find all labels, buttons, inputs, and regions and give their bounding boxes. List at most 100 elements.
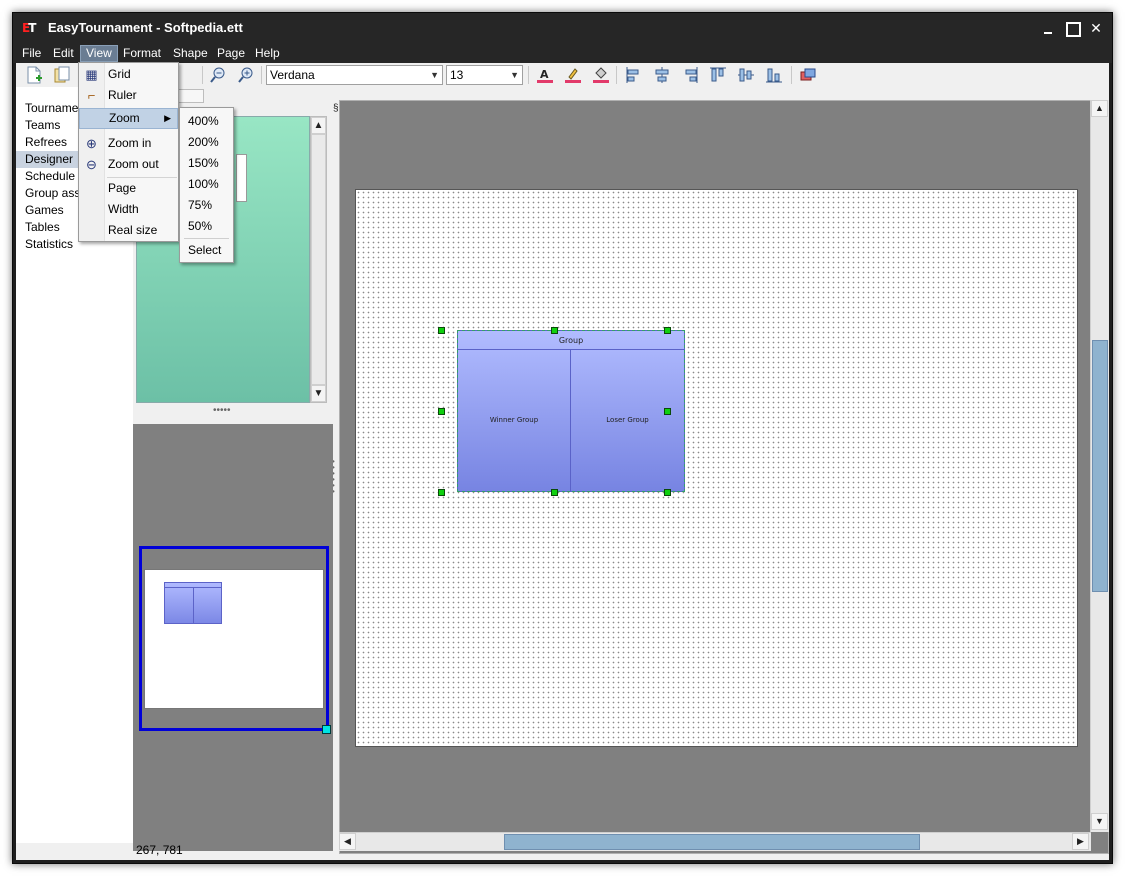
menu-item-page[interactable]: Page — [79, 178, 178, 199]
align-right-icon — [685, 67, 698, 83]
window-title: EasyTournament - Softpedia.ett — [48, 20, 243, 35]
zoom-option-select[interactable]: Select — [180, 240, 233, 261]
zoom-option-75[interactable]: 75% — [180, 195, 233, 216]
designer-page[interactable]: Group Winner Group Loser Group — [355, 189, 1078, 747]
title-bar[interactable]: ET EasyTournament - Softpedia.ett ✕ — [13, 13, 1112, 43]
canvas-vertical-scrollbar[interactable]: ▲ ▼ — [1090, 100, 1109, 832]
toolbar-separator — [261, 66, 262, 84]
scroll-up-icon[interactable]: ▲ — [311, 117, 326, 134]
menu-item-label: Zoom out — [108, 157, 159, 171]
selection-handle[interactable] — [438, 408, 445, 415]
menu-bar: File Edit View Format Shape Page Help — [13, 43, 1112, 63]
maximize-button[interactable] — [1060, 17, 1084, 39]
zoom-out-button[interactable] — [209, 66, 227, 84]
group-shape-title: Group — [458, 331, 684, 350]
zoom-in-button[interactable] — [237, 66, 255, 84]
grid-icon: ▦ — [85, 67, 98, 82]
minimize-button[interactable] — [1036, 17, 1060, 39]
menu-item-label: Width — [108, 202, 139, 216]
fill-color-button[interactable] — [592, 66, 610, 84]
zoom-option-200[interactable]: 200% — [180, 132, 233, 153]
menu-item-zoom-out[interactable]: ⊖ Zoom out — [79, 154, 178, 175]
menu-item-ruler[interactable]: ⌐ Ruler — [79, 85, 178, 106]
fill-color-icon — [593, 67, 609, 83]
chevron-down-icon: ▼ — [430, 70, 439, 80]
font-family-select[interactable]: Verdana ▼ — [266, 65, 443, 85]
align-left-button[interactable] — [625, 66, 643, 84]
splitter-arrow-icon[interactable]: § — [333, 103, 339, 114]
menu-item-grid[interactable]: ▦ Grid — [79, 64, 178, 85]
selection-handle[interactable] — [664, 408, 671, 415]
line-color-icon — [565, 68, 581, 83]
align-top-icon — [710, 67, 726, 82]
designer-canvas[interactable]: Group Winner Group Loser Group — [339, 100, 1109, 854]
scrollbar-thumb[interactable] — [311, 134, 326, 385]
overview-viewport-frame[interactable] — [139, 546, 329, 731]
scroll-right-icon[interactable]: ▶ — [1072, 833, 1089, 850]
close-button[interactable]: ✕ — [1084, 17, 1108, 39]
menu-item-real-size[interactable]: Real size — [79, 220, 178, 241]
zoom-option-150[interactable]: 150% — [180, 153, 233, 174]
ruler-icon: ⌐ — [87, 88, 96, 103]
bring-to-front-icon — [800, 68, 816, 81]
close-icon: ✕ — [1090, 20, 1102, 36]
menu-shape[interactable]: Shape — [168, 45, 213, 62]
selection-handle[interactable] — [438, 489, 445, 496]
menu-edit[interactable]: Edit — [48, 45, 79, 62]
zoom-submenu: 400% 200% 150% 100% 75% 50% Select — [179, 107, 234, 263]
font-color-button[interactable]: A — [536, 66, 554, 84]
winner-group-cell[interactable]: Winner Group — [458, 350, 570, 491]
zoom-option-400[interactable]: 400% — [180, 111, 233, 132]
selection-handle[interactable] — [551, 327, 558, 334]
overview-resize-handle[interactable] — [322, 725, 331, 734]
vertical-scrollbar-thumb[interactable] — [1092, 340, 1108, 592]
scroll-up-icon[interactable]: ▲ — [1091, 100, 1108, 117]
scroll-down-icon[interactable]: ▼ — [311, 385, 326, 402]
menu-item-zoom-in[interactable]: ⊕ Zoom in — [79, 133, 178, 154]
svg-text:A: A — [540, 68, 549, 81]
open-document-icon — [54, 66, 70, 83]
font-size-select[interactable]: 13 ▼ — [446, 65, 523, 85]
zoom-option-50[interactable]: 50% — [180, 216, 233, 237]
align-top-button[interactable] — [709, 66, 727, 84]
selection-handle[interactable] — [664, 489, 671, 496]
line-color-button[interactable] — [564, 66, 582, 84]
toolbar-separator — [791, 66, 792, 84]
menu-item-width[interactable]: Width — [79, 199, 178, 220]
canvas-horizontal-scrollbar[interactable]: ◀ ▶ — [339, 832, 1091, 851]
group-shape[interactable]: Group Winner Group Loser Group — [457, 330, 685, 492]
menu-file[interactable]: File — [17, 45, 46, 62]
splitter-handle[interactable]: ••••• — [213, 405, 231, 416]
menu-page[interactable]: Page — [212, 45, 250, 62]
chevron-down-icon: ▼ — [510, 70, 519, 80]
font-family-value: Verdana — [270, 68, 315, 82]
scroll-down-icon[interactable]: ▼ — [1091, 813, 1108, 830]
cursor-position-status: 267, 781 — [136, 843, 183, 857]
menu-item-zoom[interactable]: Zoom ▶ — [79, 108, 178, 129]
menu-separator — [184, 238, 229, 239]
menu-view[interactable]: View — [80, 45, 118, 62]
view-menu-dropdown: ▦ Grid ⌐ Ruler Zoom ▶ ⊕ Zoom in ⊖ Zoom o… — [78, 62, 179, 242]
selection-handle[interactable] — [438, 327, 445, 334]
menu-help[interactable]: Help — [250, 45, 285, 62]
scroll-left-icon[interactable]: ◀ — [339, 833, 356, 850]
align-center-icon — [655, 67, 669, 83]
selection-handle[interactable] — [664, 327, 671, 334]
bring-to-front-button[interactable] — [799, 66, 817, 84]
zoom-option-100[interactable]: 100% — [180, 174, 233, 195]
align-middle-button[interactable] — [737, 66, 755, 84]
palette-scrollbar[interactable]: ▲ ▼ — [310, 116, 327, 403]
selection-handle[interactable] — [551, 489, 558, 496]
menu-item-label: Real size — [108, 223, 158, 237]
align-bottom-icon — [766, 68, 782, 83]
new-document-button[interactable] — [25, 66, 43, 84]
align-right-button[interactable] — [681, 66, 699, 84]
align-bottom-button[interactable] — [765, 66, 783, 84]
menu-format[interactable]: Format — [118, 45, 166, 62]
overview-navigator[interactable] — [133, 424, 333, 851]
palette-shape-item[interactable] — [236, 154, 247, 202]
loser-group-cell[interactable]: Loser Group — [571, 350, 684, 491]
align-center-button[interactable] — [653, 66, 671, 84]
horizontal-scrollbar-thumb[interactable] — [504, 834, 920, 850]
open-document-button[interactable] — [53, 66, 71, 84]
